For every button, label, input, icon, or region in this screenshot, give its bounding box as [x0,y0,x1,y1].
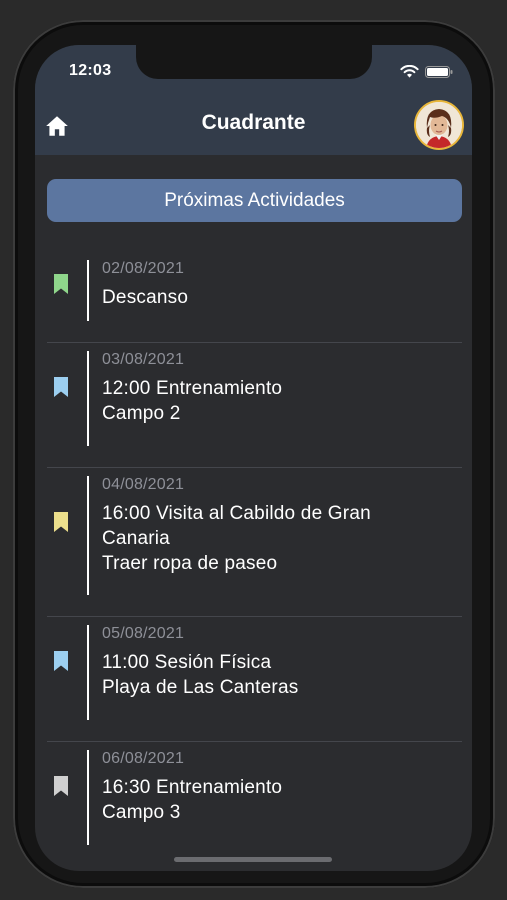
bookmark-icon [54,512,68,532]
avatar-image [416,102,462,148]
activity-body: 03/08/2021 12:00 Entrenamiento Campo 2 [47,343,462,426]
activity-text: Playa de Las Canteras [102,677,299,698]
nav-bar: Cuadrante [35,97,472,155]
activity-item[interactable]: 04/08/2021 16:00 Visita al Cabildo de Gra… [47,468,462,617]
activity-body: 02/08/2021 Descanso [47,252,462,310]
page-title: Cuadrante [201,111,306,134]
status-time: 12:03 [69,62,112,79]
activity-list: 02/08/2021 Descanso 03/08/2021 12:00 Entren… [47,252,462,867]
battery-icon [425,66,453,78]
activity-date: 03/08/2021 [102,351,185,368]
activity-text: 16:00 Visita al Cabildo de Gran [102,503,371,524]
activity-text: Traer ropa de paseo [102,553,278,574]
activity-text: 12:00 Entrenamiento [102,378,283,399]
bookmark-icon [54,377,68,397]
bookmark-icon [54,274,68,294]
vertical-divider [87,625,89,720]
activity-text: Canaria [102,528,170,549]
activity-text: Descanso [102,287,189,308]
activity-date: 04/08/2021 [102,476,185,493]
activity-item[interactable]: 03/08/2021 12:00 Entrenamiento Campo 2 [47,343,462,468]
vertical-divider [87,476,89,595]
section-header: Próximas Actividades [47,179,462,222]
wifi-icon [400,65,419,78]
activity-text: 16:30 Entrenamiento [102,777,283,798]
user-avatar[interactable] [414,100,464,150]
activity-item[interactable]: 02/08/2021 Descanso [47,252,462,343]
activity-item[interactable]: 06/08/2021 16:30 Entrenamiento Campo 3 [47,742,462,867]
vertical-divider [87,750,89,845]
activity-item[interactable]: 05/08/2021 11:00 Sesión Física Playa de La… [47,617,462,742]
activity-body: 06/08/2021 16:30 Entrenamiento Campo 3 [47,742,462,825]
bookmark-icon [54,776,68,796]
activity-text: Campo 2 [102,403,181,424]
activity-date: 05/08/2021 [102,625,185,642]
activity-text: 11:00 Sesión Física [102,652,272,673]
bookmark-icon [54,651,68,671]
content-area: Próximas Actividades 02/08/2021 Descanso 0… [35,155,472,871]
activity-body: 04/08/2021 16:00 Visita al Cabildo de Gra… [47,468,462,576]
activity-text: Campo 3 [102,802,181,823]
app-screen: 12:03 Cuadrante Próximas Actividades 02/… [35,45,472,871]
vertical-divider [87,260,89,321]
home-indicator [174,857,332,862]
notch [136,45,372,79]
activity-body: 05/08/2021 11:00 Sesión Física Playa de La… [47,617,462,700]
activity-date: 06/08/2021 [102,750,185,767]
activity-date: 02/08/2021 [102,260,185,277]
vertical-divider [87,351,89,446]
